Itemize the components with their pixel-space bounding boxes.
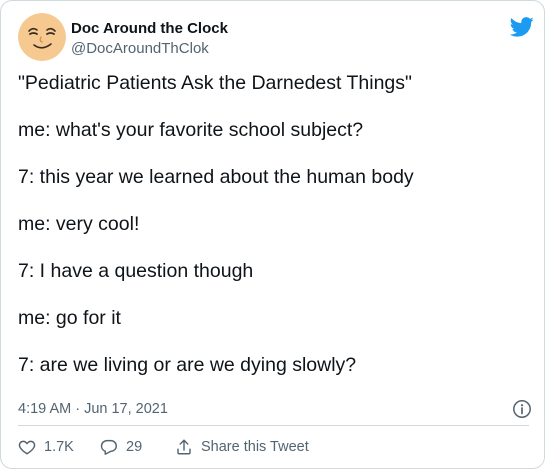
like-count: 1.7K <box>44 439 74 455</box>
author-info[interactable]: Doc Around the Clock @DocAroundThClok <box>71 19 228 59</box>
tweet-line: 7: are we living or are we dying slowly? <box>18 354 357 376</box>
action-divider <box>18 425 529 426</box>
share-upload-icon <box>177 439 191 455</box>
reply-button[interactable]: 29 <box>100 437 175 457</box>
tweet-card: Doc Around the Clock @DocAroundThClok "P… <box>0 0 545 469</box>
share-label: Share this Tweet <box>201 439 309 455</box>
tweet-line: me: very cool! <box>18 213 140 235</box>
twitter-bird-icon[interactable] <box>510 17 534 37</box>
share-button[interactable]: Share this Tweet <box>175 437 309 457</box>
reply-bubble-icon <box>100 439 117 455</box>
tweet-line: me: go for it <box>18 307 121 329</box>
tweet-timestamp[interactable]: 4:19 AM · Jun 17, 2021 <box>18 399 168 419</box>
author-display-name[interactable]: Doc Around the Clock <box>71 19 228 39</box>
like-button[interactable]: 1.7K <box>18 437 100 457</box>
info-icon[interactable] <box>512 399 532 419</box>
tweet-text: "Pediatric Patients Ask the Darnedest Th… <box>18 71 528 400</box>
tweet-line: "Pediatric Patients Ask the Darnedest Th… <box>18 72 412 94</box>
action-bar: 1.7K 29 Share this Tweet <box>18 437 309 457</box>
author-handle[interactable]: @DocAroundThClok <box>71 39 228 59</box>
tweet-line: 7: I have a question though <box>18 260 254 282</box>
reply-count: 29 <box>126 439 143 455</box>
heart-icon <box>18 440 36 455</box>
smiley-face-avatar-icon <box>18 13 66 61</box>
author-avatar[interactable] <box>18 13 66 61</box>
tweet-line: 7: this year we learned about the human … <box>18 166 414 188</box>
tweet-line: me: what's your favorite school subject? <box>18 119 364 141</box>
